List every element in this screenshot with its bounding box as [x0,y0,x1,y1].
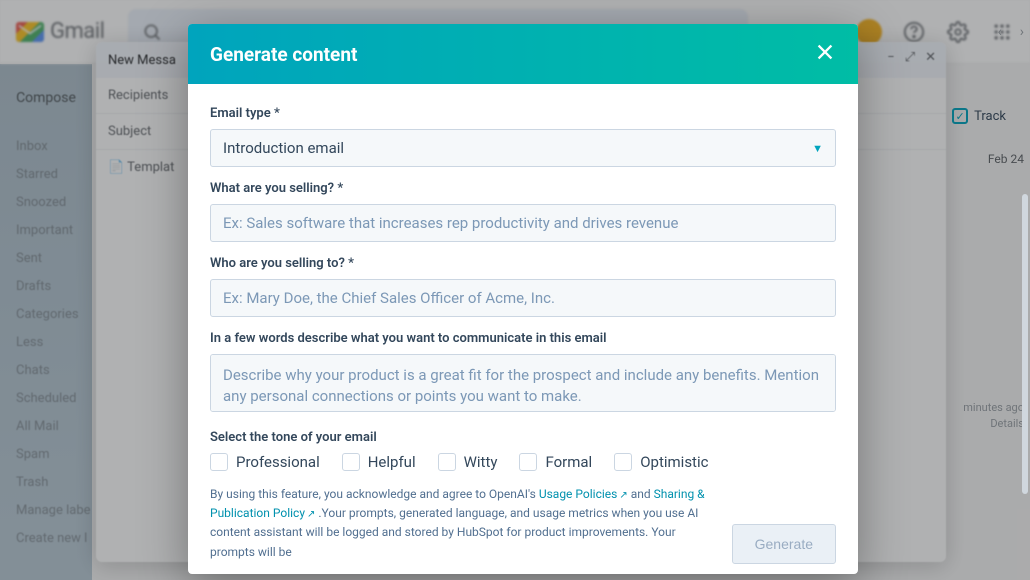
close-icon [814,41,836,63]
communicate-label: In a few words describe what you want to… [210,331,836,346]
selling-label: What are you selling? * [210,181,836,196]
tone-label: Witty [464,453,498,471]
audience-label: Who are you selling to? * [210,256,836,271]
tone-option[interactable]: Helpful [342,453,416,471]
generate-content-modal: Generate content Email type * Introducti… [188,24,858,574]
email-type-select[interactable]: Introduction email ▼ [210,129,836,167]
tone-label: Formal [545,453,592,471]
checkbox-icon [519,453,537,471]
checkbox-icon [614,453,632,471]
tone-label: Professional [236,453,320,471]
tone-label: Optimistic [640,453,708,471]
email-type-value: Introduction email [223,139,344,157]
tone-label: Select the tone of your email [210,430,836,445]
checkbox-icon [438,453,456,471]
tone-option[interactable]: Witty [438,453,498,471]
disclaimer-text: By using this feature, you acknowledge a… [210,485,836,562]
tone-label: Helpful [368,453,416,471]
tone-option[interactable]: Optimistic [614,453,708,471]
tone-option[interactable]: Professional [210,453,320,471]
external-link-icon: ↗ [619,490,627,501]
audience-input[interactable] [210,279,836,317]
checkbox-icon [210,453,228,471]
checkbox-icon [342,453,360,471]
tone-option[interactable]: Formal [519,453,592,471]
modal-title: Generate content [210,43,357,66]
generate-button[interactable]: Generate [732,524,836,564]
email-type-label: Email type * [210,106,836,121]
communicate-textarea[interactable] [210,354,836,412]
selling-input[interactable] [210,204,836,242]
chevron-down-icon: ▼ [812,142,823,155]
modal-header: Generate content [188,24,858,84]
modal-close-button[interactable] [814,41,836,67]
usage-policies-link[interactable]: Usage Policies↗ [539,487,628,501]
scrollbar-thumb[interactable] [1022,194,1028,494]
